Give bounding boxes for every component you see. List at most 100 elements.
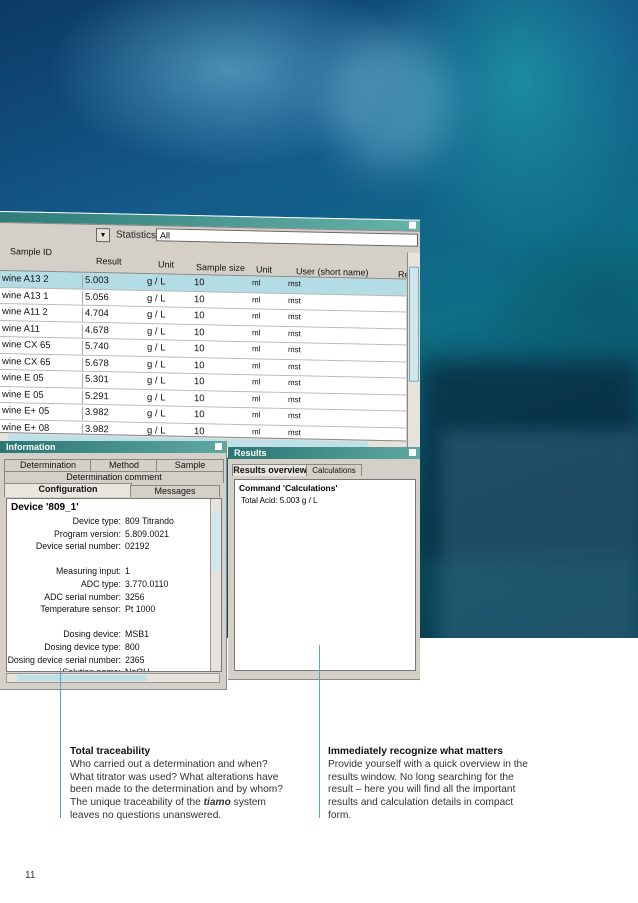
caption-heading: Immediately recognize what matters — [328, 746, 503, 757]
sample-size-cell: 10 — [194, 409, 205, 421]
window-maximize-icon[interactable] — [409, 449, 416, 456]
property-row: Dosing device serial number: 2365 — [7, 655, 221, 668]
user-cell: mst — [288, 378, 301, 388]
result-cell: 5.003 — [82, 274, 109, 290]
tab-configuration[interactable]: Configuration — [4, 483, 132, 497]
property-row: ADC serial number: 3256 — [7, 592, 221, 605]
tab-results-overview[interactable]: Results overview — [232, 464, 308, 476]
sample-size-cell: 10 — [194, 343, 205, 355]
sample-id-cell: wine A13 2 — [2, 273, 49, 286]
property-value: 02192 — [125, 541, 150, 552]
results-grid: Sample ID Result Unit Sample size Unit U… — [0, 244, 414, 462]
sample-id-cell: wine A11 2 — [2, 306, 48, 319]
column-header-sample-size[interactable]: Sample size — [196, 262, 245, 273]
sample-id-cell: wine CX 65 — [2, 355, 51, 368]
sample-size-cell: 10 — [194, 392, 205, 404]
scroll-thumb[interactable] — [409, 266, 419, 382]
sample-size-cell: 10 — [194, 359, 205, 371]
sample-size-cell: 10 — [194, 376, 205, 388]
sample-id-cell: wine A11 — [2, 322, 40, 335]
information-titlebar: Information — [0, 441, 226, 453]
information-window: Information Determination Method Sample … — [0, 441, 227, 690]
size-unit-cell: ml — [252, 294, 261, 304]
column-header-size-unit[interactable]: Unit — [256, 264, 272, 274]
sample-id-cell: wine A13 1 — [2, 289, 49, 302]
tab-method[interactable]: Method — [90, 459, 158, 471]
property-label: Solution name: — [62, 667, 121, 671]
size-unit-cell: ml — [252, 344, 261, 354]
caption-body: Provide yourself with a quick overview i… — [328, 758, 528, 821]
callout-line-right — [319, 645, 320, 818]
property-row: Solution name: NaOH — [7, 667, 221, 671]
size-unit-cell: ml — [252, 311, 261, 321]
property-label: Device type: — [72, 516, 121, 526]
result-cell: 5.056 — [82, 291, 109, 306]
results-title: Results — [234, 448, 267, 458]
caption-traceability: Total traceability Who carried out a det… — [70, 746, 285, 823]
sample-size-cell: 10 — [194, 425, 205, 437]
result-cell: 5.678 — [82, 357, 109, 372]
property-label: Dosing device type: — [44, 641, 121, 652]
sample-size-cell: 10 — [194, 326, 205, 338]
unit-cell: g / L — [147, 375, 166, 387]
brand-name: tiamo — [203, 797, 231, 809]
chevron-down-icon[interactable]: ▾ — [96, 228, 110, 243]
column-header-sample-id[interactable]: Sample ID — [10, 246, 52, 257]
user-cell: mst — [288, 411, 301, 421]
user-cell: mst — [288, 345, 301, 355]
sample-size-cell: 10 — [194, 277, 205, 289]
column-header-unit[interactable]: Unit — [158, 259, 174, 269]
sample-size-cell: 10 — [194, 293, 205, 305]
property-row: Dosing device: MSB1 — [7, 629, 221, 642]
user-cell: mst — [288, 328, 301, 338]
tab-calculations[interactable]: Calculations — [306, 464, 362, 476]
tab-determination[interactable]: Determination — [4, 459, 92, 471]
statistics-label: Statistics — [116, 229, 157, 242]
user-cell: mst — [288, 394, 301, 404]
size-unit-cell: ml — [252, 426, 261, 436]
property-row: Device type: 809 Titrando — [7, 516, 221, 529]
statistics-select[interactable]: All — [156, 228, 418, 247]
tab-messages[interactable]: Messages — [130, 485, 220, 497]
tab-determination-comment[interactable]: Determination comment — [4, 471, 224, 483]
size-unit-cell: ml — [252, 327, 261, 337]
vertical-scrollbar[interactable] — [210, 499, 221, 671]
property-value: NaOH — [125, 667, 149, 671]
window-maximize-icon[interactable] — [215, 443, 222, 450]
vertical-scrollbar[interactable] — [407, 252, 420, 449]
user-cell: mst — [288, 427, 301, 437]
property-value: MSB1 — [125, 629, 149, 640]
user-cell: mst — [288, 361, 301, 371]
property-label: Program version: — [54, 528, 121, 539]
unit-cell: g / L — [147, 309, 166, 321]
sample-size-cell: 10 — [194, 310, 205, 322]
info-tabs-row1: Determination Method Sample — [0, 457, 226, 471]
scroll-thumb[interactable] — [212, 511, 220, 571]
size-unit-cell: ml — [252, 278, 261, 288]
sample-id-cell: wine E+ 05 — [2, 405, 50, 418]
result-cell: 4.704 — [82, 307, 109, 323]
scroll-thumb[interactable] — [17, 675, 147, 681]
property-label: Device serial number: — [35, 541, 121, 552]
horizontal-scrollbar[interactable] — [6, 673, 220, 683]
size-unit-cell: ml — [252, 393, 261, 403]
window-maximize-icon[interactable] — [409, 221, 416, 229]
property-label: Dosing device: — [63, 629, 121, 640]
property-value: 5.809.0021 — [125, 528, 170, 539]
user-cell: mst — [288, 312, 301, 322]
unit-cell: g / L — [147, 408, 166, 420]
results-titlebar: Results — [228, 447, 420, 459]
property-label: Measuring input: — [55, 566, 121, 577]
column-header-result[interactable]: Result — [96, 256, 122, 267]
column-header-user[interactable]: User (short name) — [296, 266, 369, 278]
results-panel: Command 'Calculations' Total Acid: 5.003… — [234, 479, 416, 671]
total-acid-value: Total Acid: 5.003 g / L — [241, 496, 318, 505]
info-tabs-wide: Determination comment — [0, 471, 226, 483]
property-value: 2365 — [125, 654, 145, 665]
tab-sample[interactable]: Sample — [156, 459, 224, 471]
property-value: 3.770.0110 — [125, 578, 169, 589]
sample-id-cell: wine E 05 — [2, 372, 44, 384]
device-properties: Device type: 809 Titrando Program version:… — [7, 516, 221, 671]
page-number: 11 — [25, 870, 36, 881]
result-cell: 4.678 — [82, 324, 109, 339]
